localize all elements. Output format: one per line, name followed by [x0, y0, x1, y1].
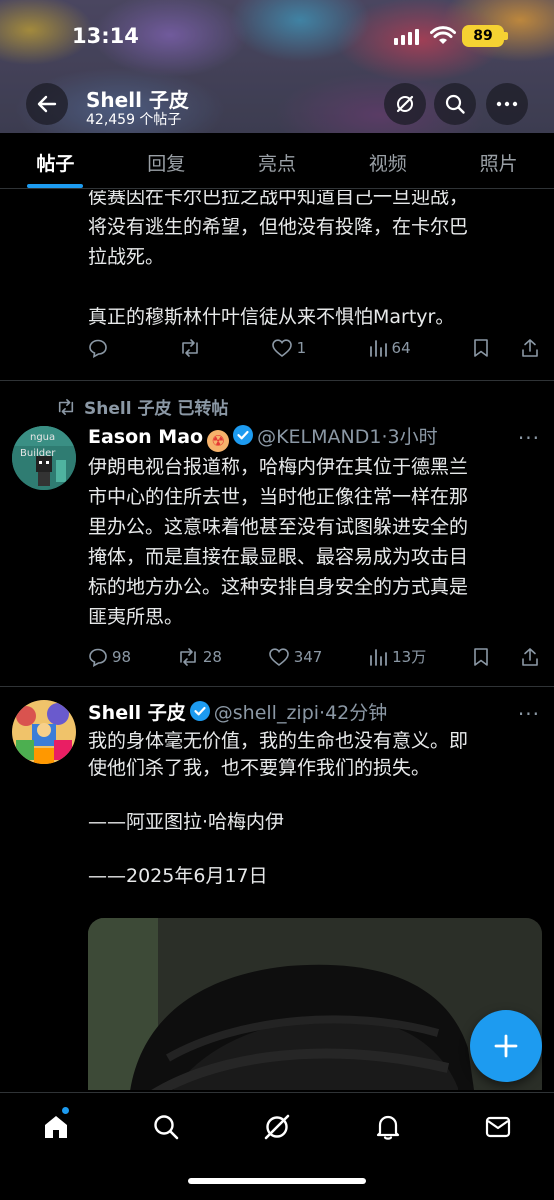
- like-icon: [271, 339, 292, 358]
- views-icon: [369, 340, 387, 357]
- repost-icon: [182, 339, 199, 357]
- turban-photo: [88, 918, 542, 1090]
- post-actions: 1 64: [88, 338, 540, 358]
- repost-icon: [58, 398, 74, 415]
- post-header: Eason Mao ☢ @KELMAND1·3小时: [88, 425, 438, 452]
- back-arrow-icon: [37, 95, 57, 113]
- views-button[interactable]: 64: [368, 338, 411, 358]
- share-icon[interactable]: [520, 647, 540, 667]
- battery-indicator: 89: [462, 25, 504, 47]
- like-button[interactable]: 1: [271, 338, 307, 358]
- views-button[interactable]: 13万: [368, 646, 426, 667]
- nav-home[interactable]: [40, 1111, 72, 1143]
- verified-icon: [233, 425, 254, 445]
- author-handle[interactable]: @shell_zipi: [214, 702, 319, 724]
- notifications-icon: [376, 1115, 400, 1140]
- search-icon: [445, 94, 465, 114]
- compose-button[interactable]: [470, 1010, 542, 1082]
- tab-posts[interactable]: 帖子: [0, 133, 111, 188]
- nav-notifications[interactable]: [372, 1111, 404, 1143]
- post-time: 3小时: [387, 426, 438, 448]
- avatar[interactable]: ngua Builder: [12, 426, 76, 490]
- more-icon: [496, 101, 518, 107]
- tab-replies[interactable]: 回复: [111, 133, 222, 188]
- avatar[interactable]: [12, 700, 76, 764]
- tab-highlights[interactable]: 亮点: [222, 133, 333, 188]
- profile-tabs: 帖子 回复 亮点 视频 照片: [0, 133, 554, 189]
- bookmark-icon[interactable]: [472, 338, 490, 358]
- grok-button[interactable]: [384, 83, 426, 125]
- like-icon: [268, 647, 289, 666]
- post-time: 42分钟: [325, 702, 388, 724]
- post-text: 我的身体毫无价值，我的生命也没有意义。即 使他们杀了我，也不要算作我们的损失。 …: [88, 730, 469, 887]
- svg-text:ngua: ngua: [30, 432, 55, 443]
- home-indicator: [188, 1178, 366, 1184]
- post-image[interactable]: [88, 918, 542, 1090]
- avatar-image: [12, 700, 76, 764]
- nav-messages[interactable]: [482, 1111, 514, 1143]
- post-divider: [0, 380, 554, 381]
- author-name[interactable]: Eason Mao: [88, 426, 203, 448]
- repost-button[interactable]: 28: [177, 647, 222, 667]
- like-count: 347: [293, 647, 323, 666]
- more-icon[interactable]: ···: [518, 426, 540, 450]
- post-header: Shell 子皮 @shell_zipi·42分钟: [88, 701, 388, 724]
- avatar-image: ngua Builder: [12, 426, 76, 490]
- post-text: 伊朗电视台报道称，哈梅内伊在其位于德黑兰 市中心的住所去世，当时他正像往常一样在…: [88, 456, 469, 628]
- grok-icon: [396, 95, 414, 113]
- view-count: 13万: [392, 648, 427, 666]
- bookmark-icon[interactable]: [472, 647, 490, 667]
- post-divider: [0, 686, 554, 687]
- like-button[interactable]: 347: [268, 647, 323, 667]
- battery-tip: [504, 32, 508, 40]
- post-actions: 98 28 347 13万: [88, 646, 540, 667]
- reply-icon: [89, 648, 107, 667]
- author-handle[interactable]: @KELMAND1: [257, 426, 381, 448]
- nav-grok[interactable]: [261, 1111, 293, 1143]
- reply-button[interactable]: 98: [88, 647, 131, 667]
- status-time: 13:14: [72, 24, 139, 48]
- share-icon[interactable]: [520, 338, 540, 358]
- profile-top-nav: Shell 子皮 42,459 个帖子: [0, 80, 554, 128]
- repost-icon: [180, 647, 196, 666]
- author-name[interactable]: Shell 子皮: [88, 702, 186, 724]
- timeline[interactable]: 侯赛因在卡尔巴拉之战中知道自己一旦迎战， 将没有逃生的希望，但他没有投降，在卡尔…: [0, 190, 554, 1090]
- repost-button[interactable]: [179, 338, 209, 358]
- status-bar: 13:14 89: [0, 0, 554, 72]
- views-icon: [370, 648, 388, 666]
- more-options-button[interactable]: [486, 83, 528, 125]
- reply-button[interactable]: [88, 338, 118, 358]
- home-icon: [45, 1116, 67, 1138]
- cellular-signal-icon: [394, 29, 419, 45]
- post-text: 侯赛因在卡尔巴拉之战中知道自己一旦迎战， 将没有逃生的希望，但他没有投降，在卡尔…: [88, 190, 469, 328]
- compose-plus-icon: [494, 1034, 518, 1058]
- like-count: 1: [296, 339, 307, 357]
- view-count: 64: [391, 339, 411, 357]
- repost-count: 28: [202, 647, 222, 666]
- reply-icon: [89, 339, 107, 358]
- search-icon: [154, 1115, 179, 1140]
- back-button[interactable]: [26, 83, 68, 125]
- messages-icon: [485, 1116, 511, 1138]
- nav-search[interactable]: [150, 1111, 182, 1143]
- tab-photos[interactable]: 照片: [443, 133, 554, 188]
- grok-icon: [264, 1114, 290, 1140]
- more-icon[interactable]: ···: [518, 702, 540, 726]
- radioactive-emoji: ☢: [207, 430, 230, 452]
- tab-videos[interactable]: 视频: [332, 133, 443, 188]
- search-button[interactable]: [434, 83, 476, 125]
- wifi-icon: [430, 26, 456, 44]
- home-notification-dot: [62, 1107, 69, 1114]
- reply-count: 98: [112, 647, 132, 666]
- repost-indicator: Shell 子皮 已转帖: [56, 394, 228, 419]
- post-count: 42,459 个帖子: [86, 112, 182, 128]
- verified-icon: [189, 701, 210, 721]
